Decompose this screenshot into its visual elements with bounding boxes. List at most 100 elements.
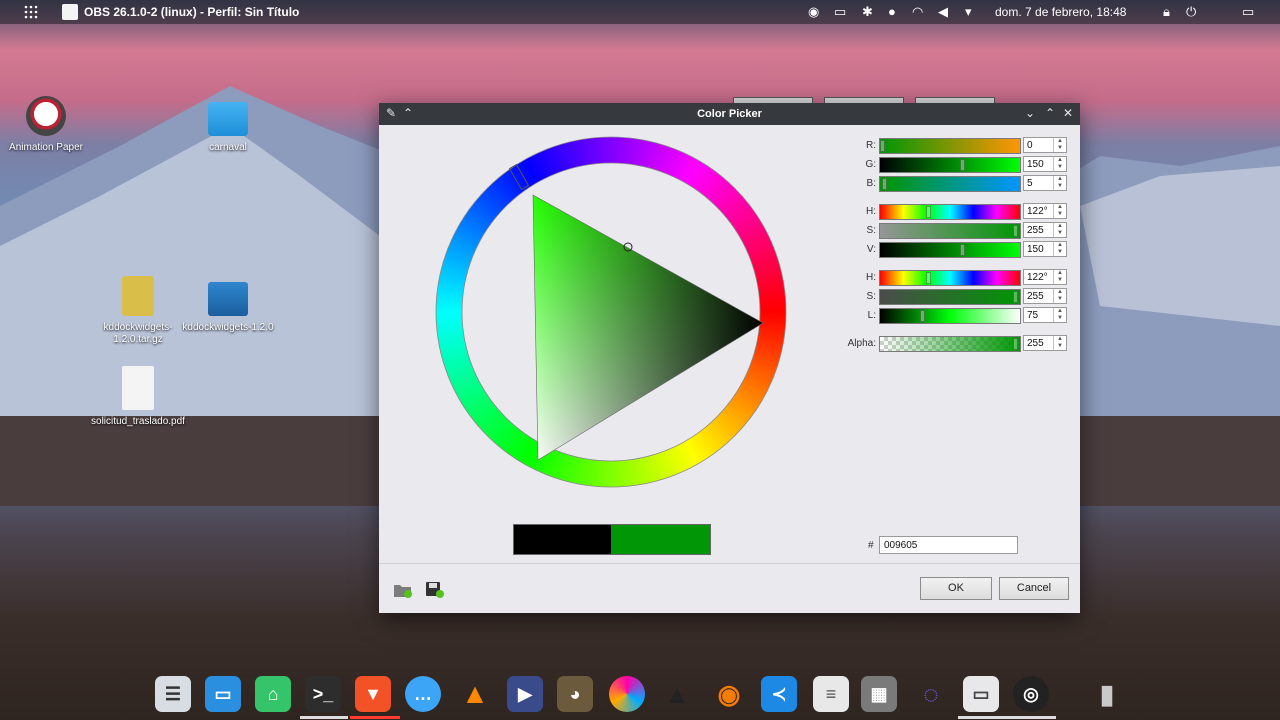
trash-icon[interactable]: ▮ <box>1089 676 1125 712</box>
red-spinbox[interactable]: 0 ▲ ▼ <box>1023 137 1067 153</box>
spin-arrows-icon[interactable]: ▲ ▼ <box>1053 157 1066 171</box>
lock-icon[interactable]: 🔒︎ <box>1163 4 1170 20</box>
cancel-button[interactable]: Cancel <box>999 577 1069 600</box>
green-label: G: <box>865 159 876 170</box>
spin-arrows-icon[interactable]: ▲ ▼ <box>1053 223 1066 237</box>
dialog-separator <box>379 563 1080 564</box>
spin-arrows-icon[interactable]: ▲ ▼ <box>1053 176 1066 190</box>
text-editor-icon[interactable]: ≡ <box>813 676 849 712</box>
green-slider[interactable] <box>879 157 1021 173</box>
spin-arrows-icon[interactable]: ▲ ▼ <box>1053 204 1066 218</box>
vscode-icon[interactable]: ≺ <box>761 676 797 712</box>
running-indicator <box>300 716 348 719</box>
kdenlive-icon[interactable]: ▶ <box>507 676 543 712</box>
desktop-icon-kddockwidgets-archive[interactable]: kddockwidgets-1.2.0.tar.gz <box>90 276 186 346</box>
graph-tool-icon[interactable]: ◌ <box>913 676 949 712</box>
hsl-lightness-label: L: <box>867 310 876 321</box>
green-spinbox[interactable]: 150 ▲ ▼ <box>1023 156 1067 172</box>
vlc-icon[interactable]: ▲ <box>457 676 493 712</box>
hex-input[interactable] <box>879 536 1018 554</box>
chevron-down-icon[interactable]: ▾ <box>965 4 972 20</box>
blue-spinbox[interactable]: 5 ▲ ▼ <box>1023 175 1067 191</box>
chat-icon[interactable]: … <box>405 676 441 712</box>
desktop-icon-carnaval[interactable]: carnaval <box>180 96 276 154</box>
spin-arrows-icon[interactable]: ▲ ▼ <box>1053 289 1066 303</box>
window-button[interactable]: ▭ <box>1242 4 1254 20</box>
gimp-icon[interactable]: ◕ <box>557 676 593 712</box>
files-manager-icon[interactable]: ☰ <box>155 676 191 712</box>
red-row: R: 0 ▲ ▼ <box>379 137 1080 154</box>
animation-paper-icon <box>26 96 66 136</box>
archive-icon <box>122 276 154 316</box>
hsv-saturation-slider[interactable] <box>879 223 1021 239</box>
dialog-titlebar[interactable]: ✎ ⌃ Color Picker ⌄ ⌃ ✕ <box>379 103 1080 125</box>
desktop-icon-label: kddockwidgets-1.2.0 <box>182 322 274 333</box>
alpha-spinbox[interactable]: 255 ▲ ▼ <box>1023 335 1067 351</box>
active-window-title[interactable]: OBS 26.1.0-2 (linux) - Perfil: Sin Títul… <box>84 5 299 19</box>
previous-color-swatch <box>514 525 611 554</box>
running-indicator <box>350 716 400 719</box>
spin-arrows-icon[interactable]: ▲ ▼ <box>1053 270 1066 284</box>
hsv-value-spinbox[interactable]: 150 ▲ ▼ <box>1023 241 1067 257</box>
bluetooth-icon[interactable]: ✱ <box>862 4 873 20</box>
hsv-value-slider[interactable] <box>879 242 1021 258</box>
obs-icon[interactable]: ◎ <box>1013 676 1049 712</box>
hsl-lightness-slider[interactable] <box>879 308 1021 324</box>
hsl-hue-slider[interactable] <box>879 270 1021 286</box>
calculator-icon[interactable]: ▦ <box>861 676 897 712</box>
color-preview <box>513 524 711 555</box>
hsv-hue-row: H: 122° ▲ ▼ <box>379 203 1080 220</box>
krita-icon[interactable] <box>609 676 645 712</box>
minimize-icon[interactable]: ⌄ <box>1025 106 1035 120</box>
maximize-icon[interactable]: ⌃ <box>1045 106 1055 120</box>
hsv-hue-slider[interactable] <box>879 204 1021 220</box>
hsl-hue-spinbox[interactable]: 122° ▲ ▼ <box>1023 269 1067 285</box>
obs-tray-icon[interactable]: ◉ <box>808 4 819 20</box>
blue-slider[interactable] <box>879 176 1021 192</box>
terminal-icon[interactable]: >_ <box>305 676 341 712</box>
hsv-saturation-spinbox[interactable]: 255 ▲ ▼ <box>1023 222 1067 238</box>
hsv-value-label: V: <box>866 244 876 255</box>
save-palette-icon[interactable] <box>425 581 445 599</box>
spin-arrows-icon[interactable]: ▲ ▼ <box>1053 242 1066 256</box>
desktop-icon-kddockwidgets-folder[interactable]: kddockwidgets-1.2.0 <box>180 276 276 334</box>
hsl-lightness-row: L: 75 ▲ ▼ <box>379 307 1080 324</box>
red-slider[interactable] <box>879 138 1021 154</box>
android-store-icon[interactable]: ⌂ <box>255 676 291 712</box>
hsl-saturation-slider[interactable] <box>879 289 1021 305</box>
app-grid-icon[interactable] <box>24 5 38 19</box>
alpha-row: Alpha: 255 ▲ ▼ <box>379 335 1080 352</box>
close-icon[interactable]: ✕ <box>1063 106 1073 120</box>
spin-arrows-icon[interactable]: ▲ ▼ <box>1053 138 1066 152</box>
inkscape-icon[interactable]: ▲ <box>659 676 695 712</box>
desktop-icon-label: solicitud_traslado.pdf <box>91 416 185 427</box>
clock[interactable]: dom. 7 de febrero, 18:48 <box>995 5 1126 19</box>
dialog-title: Color Picker <box>697 108 762 120</box>
blender-icon[interactable]: ◉ <box>711 676 747 712</box>
microphone-icon[interactable]: ● <box>888 4 896 19</box>
battery-icon[interactable]: ▭ <box>834 4 846 20</box>
window-app-icon[interactable]: ▭ <box>963 676 999 712</box>
ok-button[interactable]: OK <box>920 577 992 600</box>
current-color-swatch <box>611 525 710 554</box>
load-palette-icon[interactable] <box>393 581 413 599</box>
hsv-hue-spinbox[interactable]: 122° ▲ ▼ <box>1023 203 1067 219</box>
brave-icon[interactable]: ▼ <box>355 676 391 712</box>
hsl-lightness-spinbox[interactable]: 75 ▲ ▼ <box>1023 307 1067 323</box>
hsv-saturation-label: S: <box>866 225 876 236</box>
desktop-icon-solicitud[interactable]: solicitud_traslado.pdf <box>90 366 186 428</box>
folder-icon[interactable]: ▭ <box>205 676 241 712</box>
hsl-saturation-spinbox[interactable]: 255 ▲ ▼ <box>1023 288 1067 304</box>
desktop-icon-animation-paper[interactable]: Animation Paper <box>0 96 94 154</box>
hsv-saturation-row: S: 255 ▲ ▼ <box>379 222 1080 239</box>
alpha-slider[interactable] <box>879 336 1021 352</box>
desktop-icon-label: carnaval <box>209 142 247 153</box>
hsl-hue-label: H: <box>866 272 876 283</box>
wifi-icon[interactable]: ◠ <box>912 4 923 20</box>
spin-arrows-icon[interactable]: ▲ ▼ <box>1053 308 1066 322</box>
volume-icon[interactable]: ◀ <box>938 4 948 20</box>
blue-row: B: 5 ▲ ▼ <box>379 175 1080 192</box>
power-icon[interactable]: ⏻ <box>1186 4 1196 20</box>
color-picker-dialog: ✎ ⌃ Color Picker ⌄ ⌃ ✕ R: 0 ▲ ▼ G: 150 ▲… <box>379 103 1080 613</box>
spin-arrows-icon[interactable]: ▲ ▼ <box>1053 336 1066 350</box>
